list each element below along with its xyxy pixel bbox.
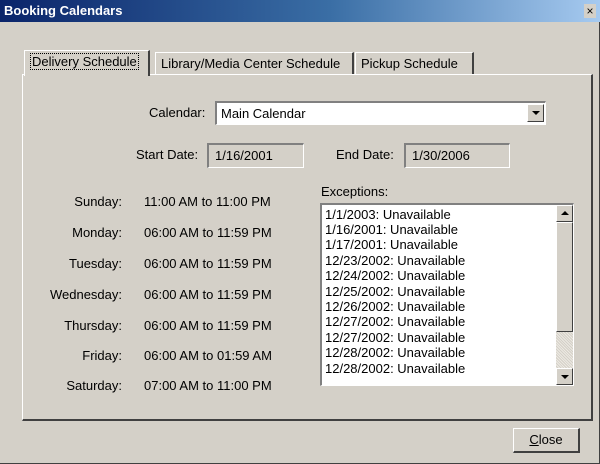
start-date-label: Start Date: xyxy=(136,147,199,162)
list-item[interactable]: 12/26/2002: Unavailable xyxy=(325,299,465,314)
calendar-selected-value: Main Calendar xyxy=(221,106,306,121)
start-date-field: 1/16/2001 xyxy=(207,143,304,168)
saturday-hours: 07:00 AM to 11:00 PM xyxy=(144,378,272,393)
window-close-icon[interactable]: × xyxy=(584,4,596,18)
chevron-up-icon xyxy=(561,211,569,215)
chevron-down-icon xyxy=(532,111,540,115)
saturday-label: Saturday: xyxy=(66,378,122,393)
list-item[interactable]: 12/25/2002: Unavailable xyxy=(325,284,465,299)
friday-hours: 06:00 AM to 01:59 AM xyxy=(144,348,272,363)
wednesday-hours: 06:00 AM to 11:59 PM xyxy=(144,287,272,302)
scroll-up-button[interactable] xyxy=(556,205,573,222)
wednesday-label: Wednesday: xyxy=(49,287,122,302)
list-item[interactable]: 12/27/2002: Unavailable xyxy=(325,314,465,329)
list-item[interactable]: 12/24/2002: Unavailable xyxy=(325,268,465,283)
thursday-hours: 06:00 AM to 11:59 PM xyxy=(144,318,272,333)
tab-delivery-schedule[interactable]: Delivery Schedule xyxy=(24,50,150,76)
tab-pickup-schedule[interactable]: Pickup Schedule xyxy=(355,52,474,75)
booking-calendars-dialog: Booking Calendars × Delivery Schedule Li… xyxy=(0,0,600,464)
close-button[interactable]: Close xyxy=(513,428,580,453)
list-item[interactable]: 1/1/2003: Unavailable xyxy=(325,207,451,222)
exceptions-scrollbar[interactable] xyxy=(556,205,573,385)
monday-hours: 06:00 AM to 11:59 PM xyxy=(144,225,272,240)
tuesday-hours: 06:00 AM to 11:59 PM xyxy=(144,256,272,271)
tab-delivery-schedule-label: Delivery Schedule xyxy=(30,53,139,70)
list-item[interactable]: 1/17/2001: Unavailable xyxy=(325,237,458,252)
sunday-hours: 11:00 AM to 11:00 PM xyxy=(144,194,271,209)
scroll-down-button[interactable] xyxy=(556,368,573,385)
calendar-dropdown[interactable]: Main Calendar xyxy=(215,101,546,125)
list-item[interactable]: 12/28/2002: Unavailable xyxy=(325,361,465,376)
list-item[interactable]: 12/28/2002: Unavailable xyxy=(325,345,465,360)
tab-library-media-center-schedule[interactable]: Library/Media Center Schedule xyxy=(155,52,354,75)
exceptions-list[interactable]: 1/1/2003: Unavailable 1/16/2001: Unavail… xyxy=(320,203,574,386)
close-button-mnemonic: C xyxy=(529,432,539,447)
chevron-down-icon xyxy=(561,375,569,379)
tuesday-label: Tuesday: xyxy=(69,256,122,271)
friday-label: Friday: xyxy=(82,348,122,363)
exceptions-label: Exceptions: xyxy=(321,184,389,199)
calendar-dropdown-button[interactable] xyxy=(527,104,544,122)
sunday-label: Sunday: xyxy=(74,194,122,209)
end-date-field: 1/30/2006 xyxy=(404,143,510,168)
list-item[interactable]: 1/16/2001: Unavailable xyxy=(325,222,458,237)
list-item[interactable]: 12/23/2002: Unavailable xyxy=(325,253,465,268)
calendar-label: Calendar: xyxy=(149,105,206,120)
close-button-label: lose xyxy=(538,432,563,447)
monday-label: Monday: xyxy=(72,225,122,240)
thursday-label: Thursday: xyxy=(64,318,122,333)
title-bar[interactable]: Booking Calendars × xyxy=(0,0,600,22)
scroll-thumb[interactable] xyxy=(556,222,573,332)
list-item[interactable]: 12/27/2002: Unavailable xyxy=(325,330,465,345)
end-date-label: End Date: xyxy=(336,147,394,162)
window-title: Booking Calendars xyxy=(4,3,123,18)
